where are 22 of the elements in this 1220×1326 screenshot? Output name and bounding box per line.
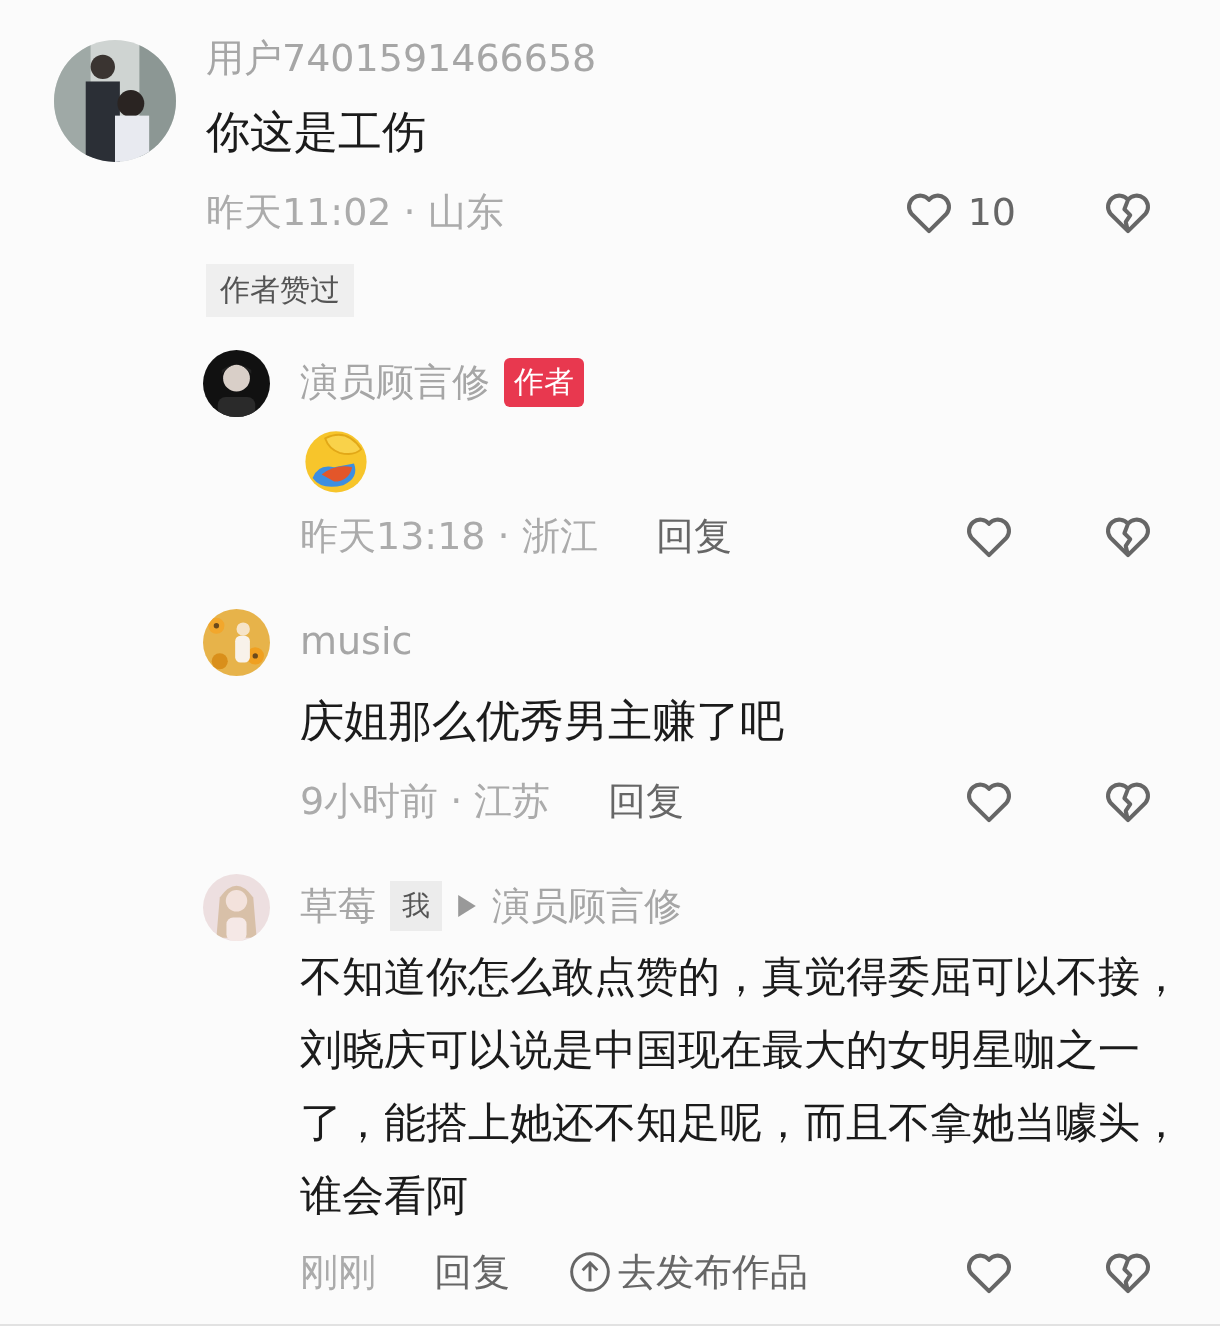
comment-time: 9小时前 · 江苏: [300, 777, 551, 825]
triangle-icon: [456, 895, 478, 917]
username[interactable]: 演员顾言修: [300, 356, 490, 408]
comment-text: 你这是工伤: [206, 105, 426, 159]
comment-time: 昨天13:18 · 浙江: [300, 512, 598, 560]
author-liked-tag: 作者赞过: [206, 264, 354, 317]
upload-icon: [568, 1250, 612, 1294]
username[interactable]: 用户7401591466658: [206, 32, 597, 84]
reply-target[interactable]: 演员顾言修: [492, 880, 682, 932]
comment-text: 不知道你怎么敢点赞的，真觉得委屈可以不接，刘晓庆可以说是中国现在最大的女明星咖之一了，能搭上她还不知足呢，而且不拿她当噱头，谁会看阿: [300, 951, 1183, 1222]
publish-link[interactable]: 去发布作品: [568, 1246, 808, 1298]
reply-link[interactable]: 回复: [655, 510, 732, 562]
comment-time: 刚刚: [300, 1248, 376, 1296]
me-tag: 我: [390, 881, 442, 931]
username[interactable]: 草莓: [300, 880, 376, 932]
like-count: 10: [967, 190, 1016, 234]
reply-link[interactable]: 回复: [434, 1246, 510, 1298]
author-badge: 作者: [504, 357, 584, 407]
comment-text: 庆姐那么优秀男主赚了吧: [300, 694, 784, 748]
comment-time: 昨天11:02 · 山东: [206, 188, 504, 236]
reply-link[interactable]: 回复: [608, 775, 685, 827]
username[interactable]: music: [300, 619, 413, 663]
